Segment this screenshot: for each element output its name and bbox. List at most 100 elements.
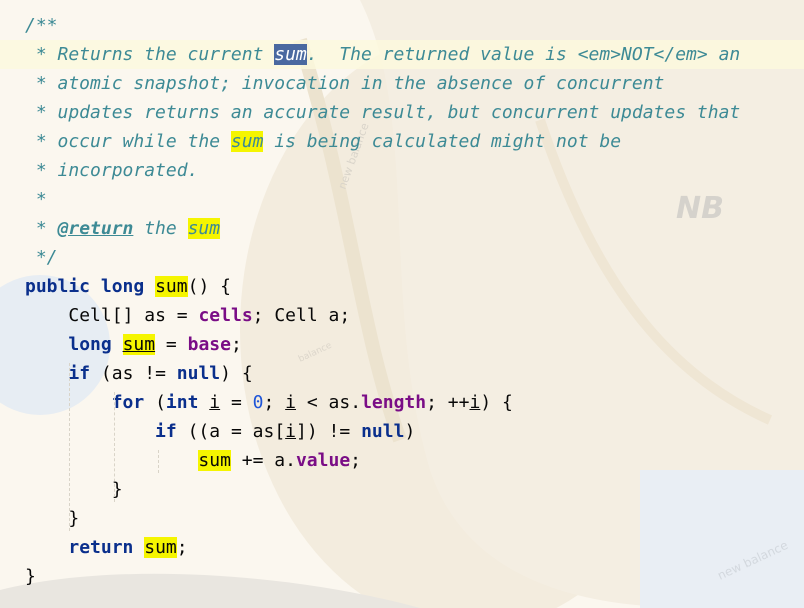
- code-token: {: [502, 392, 513, 413]
- code-token: {: [241, 363, 253, 384]
- code-line[interactable]: sum += a.value;: [0, 446, 804, 475]
- code-editor[interactable]: /** * Returns the current sum. The retur…: [0, 0, 804, 608]
- code-line[interactable]: * incorporated.: [0, 156, 804, 185]
- doc-comment-text: * incorporated.: [25, 160, 199, 181]
- loop-variable: i: [285, 421, 297, 442]
- symbol-occurrence: sum: [230, 131, 264, 152]
- code-line[interactable]: if ((a = as[i]) != null): [0, 417, 804, 446]
- doc-comment-text: * occur while the: [25, 131, 231, 152]
- code-token: =: [230, 421, 242, 442]
- keyword: if: [68, 363, 91, 384]
- code-line[interactable]: long sum = base;: [0, 330, 804, 359]
- keyword: if: [155, 421, 177, 442]
- code-line[interactable]: }: [0, 475, 804, 504]
- doc-comment-text: *: [25, 218, 58, 239]
- code-token: =: [252, 450, 264, 471]
- code-token: ): [220, 363, 231, 384]
- keyword: for: [111, 392, 145, 413]
- code-token: ;: [339, 305, 351, 326]
- keyword: null: [176, 363, 221, 384]
- code-line[interactable]: }: [0, 562, 804, 591]
- doc-comment-text: * updates returns an accurate result, bu…: [25, 102, 741, 123]
- code-token: ;: [230, 334, 242, 355]
- code-token: +: [447, 392, 459, 413]
- code-token: (: [187, 421, 199, 442]
- code-line[interactable]: * occur while the sum is being calculate…: [0, 127, 804, 156]
- loop-variable: i: [469, 392, 481, 413]
- field-reference: length: [361, 392, 427, 413]
- doc-comment-text: is being calculated might not be: [263, 131, 622, 152]
- keyword: long: [68, 334, 112, 355]
- code-token: .: [285, 450, 296, 471]
- code-token: =: [230, 392, 242, 413]
- code-token: ): [306, 421, 318, 442]
- code-line[interactable]: * atomic snapshot; invocation in the abs…: [0, 69, 804, 98]
- code-token: ;: [263, 392, 275, 413]
- code-token: !: [144, 363, 156, 384]
- indent-guide: [158, 450, 159, 473]
- keyword: return: [68, 537, 134, 558]
- code-token: {: [220, 276, 231, 297]
- doc-comment-text: the: [133, 218, 188, 239]
- symbol-occurrence: sum: [144, 537, 177, 558]
- code-token: ;: [176, 537, 188, 558]
- code-line[interactable]: *: [0, 185, 804, 214]
- doc-comment-text: *: [25, 189, 47, 210]
- code-token: as: [252, 421, 275, 442]
- doc-comment-text: * Returns the current: [25, 44, 275, 65]
- code-token: }: [25, 566, 36, 587]
- code-token: ): [480, 392, 492, 413]
- code-line[interactable]: * Returns the current sum. The returned …: [0, 40, 804, 69]
- keyword: null: [361, 421, 405, 442]
- field-reference: value: [295, 450, 351, 471]
- code-token: =: [165, 334, 177, 355]
- field-reference: cells: [198, 305, 253, 326]
- symbol-occurrence: sum: [155, 276, 188, 297]
- indent-guide: [114, 392, 115, 502]
- loop-variable: i: [209, 392, 221, 413]
- symbol-occurrence: sum: [187, 218, 221, 239]
- code-line[interactable]: * @return the sum: [0, 214, 804, 243]
- code-token: ]: [296, 421, 307, 442]
- code-line[interactable]: /**: [0, 11, 804, 40]
- code-token: ]: [122, 305, 134, 326]
- code-token: (: [155, 392, 166, 413]
- code-token: =: [339, 421, 351, 442]
- code-token: (: [198, 421, 210, 442]
- symbol-occurrence: sum: [122, 334, 156, 355]
- code-token: [: [111, 305, 123, 326]
- indent-guide: [69, 363, 70, 531]
- doc-comment-text: . The returned value is <em>NOT</em> an: [306, 44, 741, 65]
- code-token: !: [328, 421, 340, 442]
- doc-comment-text: * atomic snapshot; invocation in the abs…: [25, 73, 665, 94]
- code-token: .: [350, 392, 362, 413]
- code-line[interactable]: Cell[] as = cells; Cell a;: [0, 301, 804, 330]
- code-token: ;: [350, 450, 361, 471]
- code-line[interactable]: */: [0, 243, 804, 272]
- code-token: +: [241, 450, 253, 471]
- code-token: as: [111, 363, 134, 384]
- code-token: Cell: [274, 305, 318, 326]
- code-token: a: [274, 450, 286, 471]
- code-token: as: [144, 305, 166, 326]
- code-line[interactable]: public long sum() {: [0, 272, 804, 301]
- code-line[interactable]: }: [0, 504, 804, 533]
- doc-comment-text: /**: [25, 15, 58, 36]
- code-token: ): [404, 421, 416, 442]
- doc-comment-text: */: [25, 247, 58, 268]
- code-token: <: [306, 392, 318, 413]
- code-token: =: [155, 363, 166, 384]
- code-line[interactable]: if (as != null) {: [0, 359, 804, 388]
- loop-variable: i: [285, 392, 297, 413]
- code-line[interactable]: for (int i = 0; i < as.length; ++i) {: [0, 388, 804, 417]
- code-token: +: [458, 392, 470, 413]
- symbol-occurrence: sum: [198, 450, 231, 471]
- keyword: long: [100, 276, 145, 297]
- keyword: public: [25, 276, 91, 297]
- number-literal: 0: [252, 392, 264, 413]
- code-token: a: [328, 305, 340, 326]
- code-line[interactable]: * updates returns an accurate result, bu…: [0, 98, 804, 127]
- code-line[interactable]: return sum;: [0, 533, 804, 562]
- symbol-occurrence: sum: [274, 44, 307, 65]
- field-reference: base: [187, 334, 231, 355]
